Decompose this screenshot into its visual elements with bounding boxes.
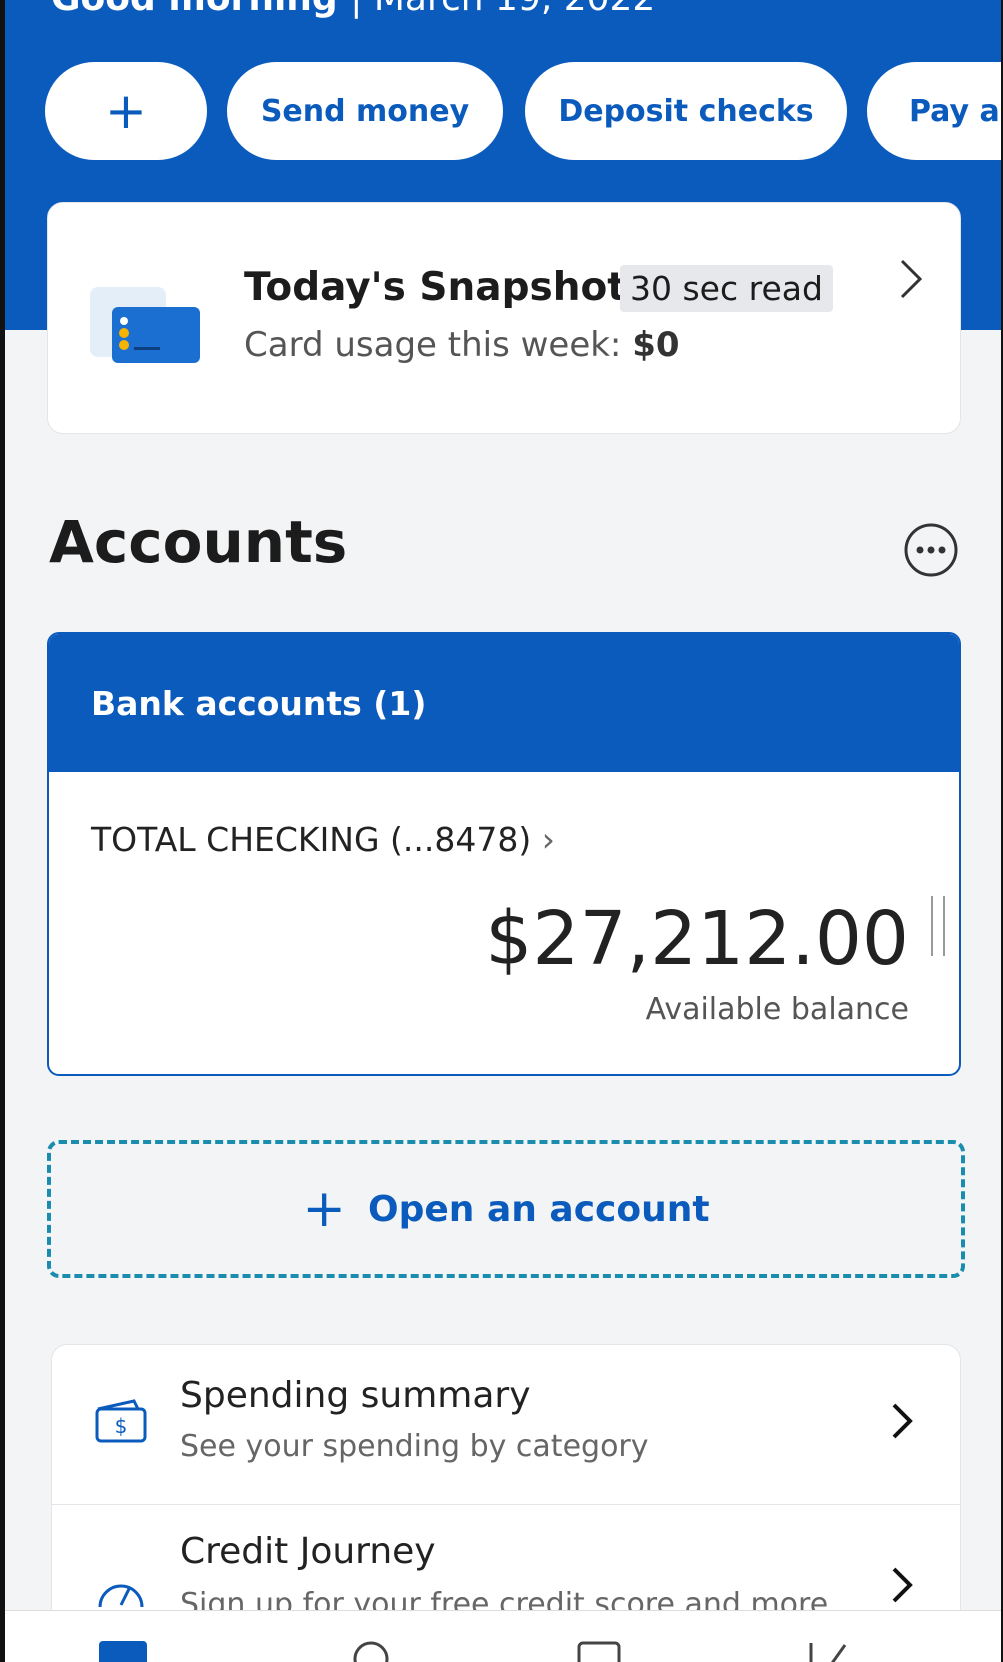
gauge-icon (98, 1584, 144, 1608)
pay-bill-label: Pay a (909, 93, 1000, 129)
send-money-button[interactable]: Send money (227, 62, 503, 160)
greeting-separator: | (350, 0, 362, 19)
add-action-button[interactable]: + (45, 62, 207, 160)
credit-card-icon (90, 287, 200, 363)
chevron-right-icon (900, 259, 923, 299)
app-screen: Good morning | March 19, 2022 + Send mon… (5, 0, 1001, 1662)
open-account-label: Open an account (368, 1188, 710, 1230)
greeting-line: Good morning | March 19, 2022 (51, 0, 655, 19)
deposit-checks-label: Deposit checks (558, 93, 814, 129)
bottom-tab-bar (5, 1610, 1001, 1662)
snapshot-subtitle: Card usage this week: $0 (244, 325, 680, 365)
svg-text:$: $ (115, 1414, 128, 1438)
snapshot-title: Today's Snapshot (244, 265, 626, 310)
accounts-heading: Accounts (49, 508, 348, 576)
offers-tab-icon[interactable] (801, 1633, 861, 1662)
deposit-checks-button[interactable]: Deposit checks (525, 62, 847, 160)
bank-accounts-header[interactable]: Bank accounts (1) (49, 634, 959, 772)
available-balance-label: Available balance (645, 992, 909, 1027)
plus-icon: + (302, 1179, 346, 1239)
wallet-dollar-icon: $ (95, 1399, 147, 1443)
pay-transfer-tab-icon[interactable] (341, 1633, 401, 1662)
spending-summary-subtitle: See your spending by category (180, 1429, 649, 1464)
send-money-label: Send money (260, 93, 470, 129)
read-time-badge: 30 sec read (620, 265, 833, 312)
plus-icon: + (105, 82, 147, 140)
spending-summary-title: Spending summary (180, 1375, 531, 1416)
quick-actions-bar: + Send money Deposit checks Pay a (5, 62, 1001, 160)
more-horizontal-icon[interactable] (903, 522, 959, 578)
checking-account-name: TOTAL CHECKING (...8478) (91, 820, 532, 859)
greeting-text: Good morning (51, 0, 338, 19)
bank-accounts-card: Bank accounts (1) TOTAL CHECKING (...847… (47, 632, 961, 1076)
accounts-tab-icon[interactable] (93, 1633, 153, 1662)
credit-journey-title: Credit Journey (180, 1531, 436, 1572)
chevron-right-icon: › (541, 820, 555, 859)
checking-account-link[interactable]: TOTAL CHECKING (...8478) › (91, 820, 555, 859)
todays-snapshot-card[interactable]: Today's Snapshot 30 sec read Card usage … (47, 202, 961, 434)
plan-track-tab-icon[interactable] (571, 1633, 631, 1662)
chevron-right-icon (892, 1403, 913, 1439)
scroll-indicator (931, 896, 945, 956)
spending-summary-item[interactable]: $ Spending summary See your spending by … (52, 1345, 960, 1505)
greeting-date: March 19, 2022 (374, 0, 656, 19)
bank-accounts-header-label: Bank accounts (1) (91, 683, 427, 723)
pay-bill-button[interactable]: Pay a (867, 62, 1001, 160)
open-account-button[interactable]: + Open an account (47, 1140, 965, 1278)
snapshot-subtitle-label: Card usage this week: (244, 325, 633, 365)
chevron-right-icon (892, 1567, 913, 1603)
snapshot-subtitle-value: $0 (632, 325, 680, 365)
account-balance: $27,212.00 (485, 896, 909, 982)
